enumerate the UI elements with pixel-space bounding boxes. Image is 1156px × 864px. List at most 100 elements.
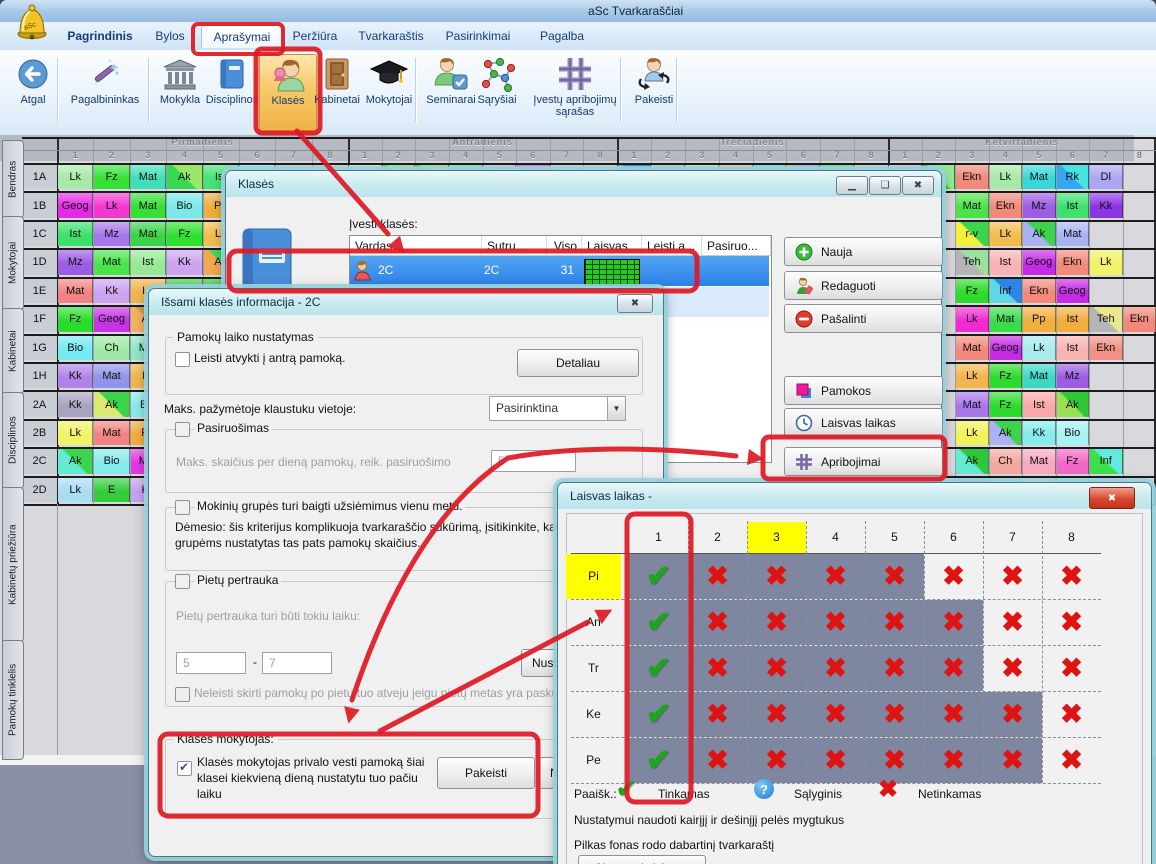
lesson-cell-geog[interactable]: Geog — [990, 336, 1023, 360]
menu-tab-bylos[interactable]: Bylos — [146, 25, 194, 47]
grid-col-header-3[interactable]: 3 — [747, 521, 806, 553]
lesson-cell-kk[interactable]: Kk — [58, 364, 93, 388]
pakeisti-button[interactable]: Pakeisti — [437, 757, 535, 789]
klases-dialog-titlebar[interactable]: Klasės — [226, 171, 941, 197]
pietu-to-field[interactable]: 7 — [262, 652, 332, 674]
neleisti-checkbox[interactable] — [175, 687, 190, 702]
toolbar-button-pagalbininkas[interactable]: Pagalbininkas — [61, 54, 149, 130]
close-icon[interactable]: ✖ — [1089, 487, 1135, 509]
lesson-cell-rk[interactable]: Rk — [1057, 165, 1090, 189]
check-icon[interactable]: ✔ — [629, 553, 688, 599]
cross-icon[interactable]: ✖ — [983, 737, 1042, 783]
column-header-vardas[interactable]: Vardas — [350, 236, 482, 256]
button-apribojimai[interactable]: Apribojimai — [784, 447, 943, 476]
lesson-cell-kk[interactable]: Kk — [1090, 193, 1123, 217]
cross-icon[interactable]: ✖ — [924, 645, 983, 691]
lesson-cell-fz[interactable]: Fz — [1057, 449, 1090, 473]
check-icon[interactable]: ✔ — [629, 599, 688, 645]
lesson-cell-kk[interactable]: Kk — [58, 392, 93, 416]
lesson-cell-ekn[interactable]: Ekn — [1090, 336, 1123, 360]
lesson-cell-inf[interactable]: Inf — [990, 279, 1023, 303]
lesson-cell-geog[interactable]: Geog — [94, 307, 129, 331]
menu-tab-aprašymai[interactable]: Aprašymai — [201, 25, 283, 48]
cross-icon[interactable]: ✖ — [1042, 645, 1101, 691]
column-header-sutru[interactable]: Sutru... — [482, 236, 547, 256]
cross-icon[interactable]: ✖ — [924, 599, 983, 645]
lesson-cell-fz[interactable]: Fz — [990, 392, 1023, 416]
lesson-cell-ak[interactable]: Ak — [956, 449, 989, 473]
lesson-cell-fz[interactable]: Fz — [956, 279, 989, 303]
lesson-cell-ak[interactable]: Ak — [1023, 222, 1056, 246]
cross-icon[interactable]: ✖ — [806, 553, 865, 599]
button-laisvas-laikas[interactable]: Laisvas laikas — [784, 408, 943, 437]
lesson-cell-lk[interactable]: Lk — [58, 478, 93, 502]
cross-icon[interactable]: ✖ — [688, 737, 747, 783]
grid-col-header-7[interactable]: 7 — [983, 521, 1042, 553]
sidebar-tab-pamok-tinklelis[interactable]: Pamokų tinklelis — [2, 640, 24, 760]
lesson-cell-mz[interactable]: Mz — [1057, 364, 1090, 388]
lesson-cell-fz[interactable]: Fz — [167, 222, 202, 246]
lesson-cell-fz[interactable]: Fz — [94, 165, 129, 189]
lesson-cell-e[interactable]: E — [94, 478, 129, 502]
lesson-cell-lk[interactable]: Lk — [990, 222, 1023, 246]
lesson-cell-teh[interactable]: Teh — [1090, 307, 1123, 331]
menu-tab-tvarkaraštis[interactable]: Tvarkaraštis — [349, 25, 433, 47]
grid-col-header-6[interactable]: 6 — [924, 521, 983, 553]
lesson-cell-lk[interactable]: Lk — [956, 307, 989, 331]
lesson-cell-bio[interactable]: Bio — [167, 193, 202, 217]
sidebar-tab-mokytojai[interactable]: Mokytojai — [2, 216, 24, 310]
pietu-checkbox[interactable] — [175, 574, 190, 589]
check-icon[interactable]: ✔ — [629, 645, 688, 691]
minimize-button[interactable]: ▁ — [836, 176, 868, 195]
grid-col-header-8[interactable]: 8 — [1042, 521, 1101, 553]
lesson-cell-lk[interactable]: Lk — [1090, 250, 1123, 274]
lesson-cell-ekn[interactable]: Ekn — [1124, 307, 1156, 331]
cross-icon[interactable]: ✖ — [806, 645, 865, 691]
maximize-button[interactable]: ❑ — [869, 176, 901, 195]
lesson-cell-mat[interactable]: Mat — [94, 421, 129, 445]
cross-icon[interactable]: ✖ — [688, 691, 747, 737]
lesson-cell-ist[interactable]: Ist — [1023, 392, 1056, 416]
lesson-cell-mat[interactable]: Mat — [956, 193, 989, 217]
lesson-cell-ekn[interactable]: Ekn — [956, 165, 989, 189]
cross-icon[interactable]: ✖ — [983, 691, 1042, 737]
toolbar-button-s-ry-iai[interactable]: Sąryšiai — [472, 54, 522, 130]
cross-icon[interactable]: ✖ — [747, 737, 806, 783]
lesson-cell-mat[interactable]: Mat — [94, 250, 129, 274]
lesson-cell-ak[interactable]: Ak — [58, 449, 93, 473]
pasiruosimas-checkbox[interactable] — [175, 422, 190, 437]
lesson-cell-mat[interactable]: Mat — [1023, 364, 1056, 388]
lesson-cell-ch[interactable]: Ch — [990, 449, 1023, 473]
chevron-down-icon[interactable]: ▼ — [607, 397, 625, 420]
lesson-cell-mat[interactable]: Mat — [956, 392, 989, 416]
cross-icon[interactable]: ✖ — [806, 737, 865, 783]
close-icon[interactable]: ✖ — [617, 294, 653, 313]
cross-icon[interactable]: ✖ — [924, 553, 983, 599]
lesson-cell-ch[interactable]: Ch — [94, 336, 129, 360]
cross-icon[interactable]: ✖ — [747, 553, 806, 599]
lesson-cell-ist[interactable]: Ist — [1057, 193, 1090, 217]
pietu-from-field[interactable]: 5 — [176, 652, 246, 674]
title-bar[interactable]: aSc Tvarkaraščiai — [0, 0, 1156, 22]
lesson-cell-fz[interactable]: Fz — [58, 307, 93, 331]
lesson-cell-mat[interactable]: Mat — [956, 336, 989, 360]
lesson-cell-geog[interactable]: Geog — [1057, 279, 1090, 303]
lesson-cell-mz[interactable]: Mz — [58, 250, 93, 274]
leisti-atvykti-checkbox[interactable] — [175, 352, 190, 367]
lesson-cell-inf[interactable]: Inf — [1090, 449, 1123, 473]
column-header-leistia[interactable]: Leisti a... — [642, 236, 702, 256]
menu-tab-pagrindinis[interactable]: Pagrindinis — [60, 25, 140, 47]
pasirinktina-dropdown[interactable]: Pasirinktina ▼ — [489, 396, 626, 421]
check-icon[interactable]: ✔ — [629, 691, 688, 737]
cross-icon[interactable]: ✖ — [983, 553, 1042, 599]
button-redaguoti[interactable]: Redaguoti — [784, 271, 943, 300]
cross-icon[interactable]: ✖ — [1042, 599, 1101, 645]
lesson-cell-mat[interactable]: Mat — [1057, 222, 1090, 246]
lesson-cell-mat[interactable]: Mat — [131, 193, 166, 217]
toolbar-button-disciplinos[interactable]: Disciplinos — [200, 54, 264, 130]
menu-tab-peržiūra[interactable]: Peržiūra — [287, 25, 343, 47]
mokiniu-checkbox[interactable] — [175, 500, 190, 515]
issami-dialog-titlebar[interactable]: Išsami klasės informacija - 2C — [149, 289, 663, 315]
grid-col-header-5[interactable]: 5 — [865, 521, 924, 553]
lesson-cell-mat[interactable]: Mat — [131, 222, 166, 246]
